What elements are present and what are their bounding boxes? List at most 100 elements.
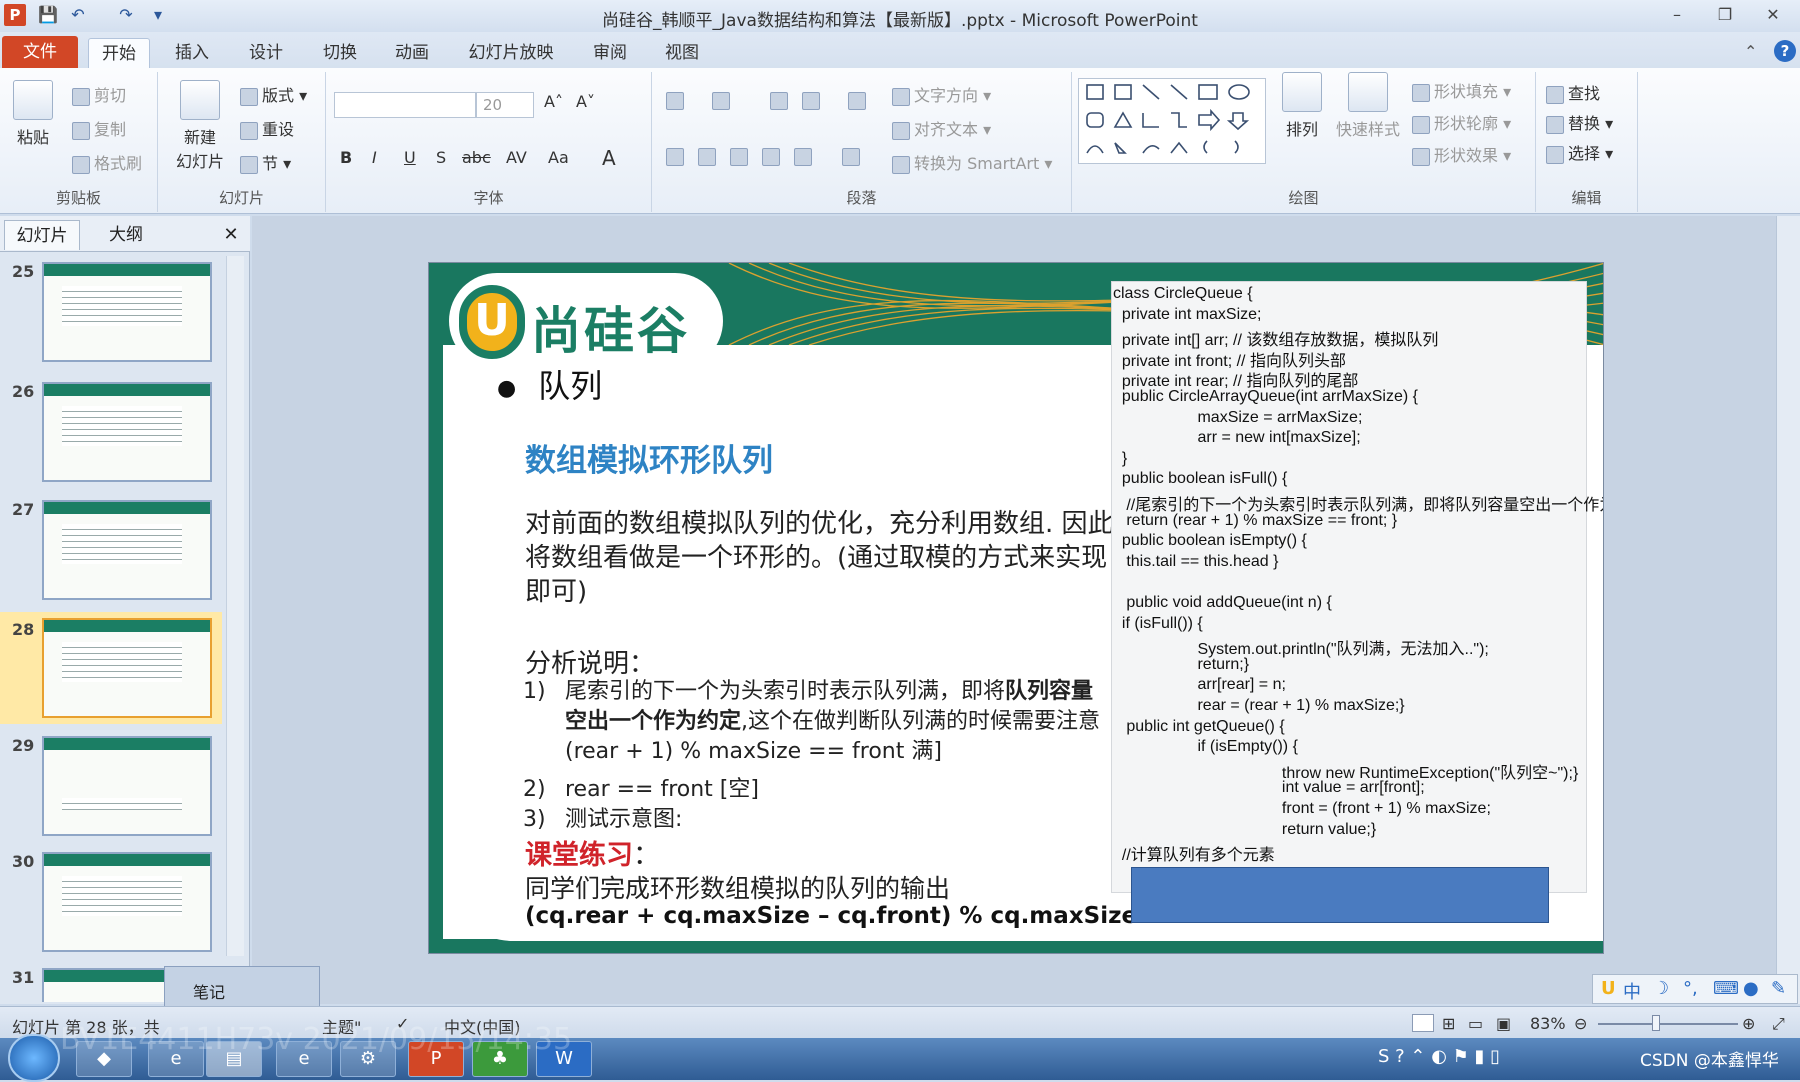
cut-button[interactable]: 剪切: [72, 82, 126, 106]
slide-thumbnail[interactable]: [42, 852, 212, 952]
user-icon[interactable]: ●: [1743, 978, 1759, 999]
slide-thumbnail[interactable]: [42, 500, 212, 600]
shrink-font-button[interactable]: A˅: [576, 92, 595, 111]
tab-transitions[interactable]: 切换: [310, 38, 370, 68]
slide-thumbnail[interactable]: [42, 382, 212, 482]
grow-font-button[interactable]: A˄: [544, 92, 563, 111]
minimize-button[interactable]: –: [1660, 3, 1694, 27]
select-button[interactable]: 选择 ▾: [1546, 140, 1613, 164]
zoom-in-icon[interactable]: ⊕: [1742, 1014, 1755, 1033]
align-text-button[interactable]: 对齐文本 ▾: [892, 116, 991, 140]
code-line: if (isFull()) {: [1113, 614, 1203, 632]
line-spacing-button[interactable]: [848, 90, 870, 110]
strikethrough-button[interactable]: abc: [462, 148, 491, 167]
reading-view-icon[interactable]: ▭: [1468, 1014, 1483, 1033]
convert-smartart-button[interactable]: 转换为 SmartArt ▾: [892, 150, 1052, 174]
shape-effects-label: 形状效果: [1434, 146, 1499, 165]
underline-button[interactable]: U: [404, 148, 416, 167]
align-center-button[interactable]: [698, 146, 720, 166]
replace-button[interactable]: 替换 ▾: [1546, 110, 1613, 134]
bullets-button[interactable]: [666, 90, 688, 110]
sorter-view-icon[interactable]: ⊞: [1442, 1014, 1455, 1033]
zoom-slider-thumb[interactable]: [1652, 1015, 1660, 1031]
thumbnails-scrollbar[interactable]: [226, 256, 244, 956]
fit-to-window-icon[interactable]: ⤢: [1772, 1014, 1785, 1034]
slideshow-view-icon[interactable]: ▣: [1496, 1014, 1511, 1033]
shadow-button[interactable]: S: [436, 148, 446, 167]
format-painter-button[interactable]: 格式刷: [72, 150, 142, 174]
font-name-combo[interactable]: [334, 92, 476, 118]
close-button[interactable]: ✕: [1756, 3, 1790, 27]
section-button[interactable]: 节 ▾: [240, 150, 291, 174]
tab-slides-pane[interactable]: 幻灯片: [4, 220, 80, 250]
copy-button[interactable]: 复制: [72, 116, 126, 140]
tab-slideshow[interactable]: 幻灯片放映: [456, 38, 566, 68]
bold-button[interactable]: B: [340, 148, 352, 167]
thumbnail-row[interactable]: 30: [0, 852, 222, 960]
wrench-icon[interactable]: ✎: [1771, 978, 1786, 999]
thumbnail-row-selected[interactable]: 28: [0, 612, 222, 724]
arrange-button[interactable]: 排列: [1276, 72, 1328, 140]
help-icon[interactable]: ?: [1774, 40, 1796, 62]
tab-file[interactable]: 文件: [2, 36, 78, 68]
collapse-ribbon-icon[interactable]: ⌃: [1744, 42, 1757, 61]
thumbnail-row[interactable]: 27: [0, 500, 222, 608]
start-button[interactable]: [8, 1034, 60, 1082]
increase-indent-button[interactable]: [802, 90, 824, 110]
close-pane-icon[interactable]: ✕: [216, 220, 246, 250]
justify-button[interactable]: [762, 146, 784, 166]
tab-home[interactable]: 开始: [88, 38, 150, 68]
tray-icons[interactable]: S ? ⌃ ◐ ⚑ ▮ ▯: [1378, 1046, 1500, 1067]
tab-design[interactable]: 设计: [236, 38, 296, 68]
thumbnail-row[interactable]: 25: [0, 262, 222, 370]
shape-fill-button[interactable]: 形状填充 ▾: [1412, 78, 1511, 102]
text-direction-button[interactable]: 文字方向 ▾: [892, 82, 991, 106]
shape-outline-button[interactable]: 形状轮廓 ▾: [1412, 110, 1511, 134]
thumbnail-row[interactable]: 29: [0, 736, 222, 844]
reset-button[interactable]: 重设: [240, 116, 294, 140]
blue-rectangle-shape[interactable]: [1131, 867, 1549, 923]
change-case-button[interactable]: Aa: [548, 148, 569, 167]
zoom-out-icon[interactable]: ⊖: [1574, 1014, 1587, 1033]
tab-review[interactable]: 审阅: [580, 38, 640, 68]
ime-toolbar[interactable]: U 中 ☽ °, ⌨ ● ✎: [1592, 974, 1798, 1004]
align-left-button[interactable]: [666, 146, 688, 166]
shape-effects-button[interactable]: 形状效果 ▾: [1412, 142, 1511, 166]
maximize-button[interactable]: ❐: [1708, 3, 1742, 27]
shapes-gallery[interactable]: [1078, 78, 1266, 164]
slide-thumbnail[interactable]: [42, 736, 212, 836]
slide-thumbnail-selected[interactable]: [42, 618, 212, 718]
char-spacing-button[interactable]: AV: [506, 148, 527, 167]
align-right-button[interactable]: [730, 146, 752, 166]
new-slide-button[interactable]: 新建 幻灯片: [170, 80, 230, 172]
thumbnail-row[interactable]: 26: [0, 382, 222, 490]
tab-outline-pane[interactable]: 大纲: [86, 220, 166, 250]
code-line: rear = (rear + 1) % maxSize;}: [1113, 697, 1405, 714]
distributed-button[interactable]: [794, 146, 816, 166]
decrease-indent-button[interactable]: [770, 90, 792, 110]
csdn-watermark: CSDN @本鑫悍华: [1640, 1051, 1779, 1071]
font-color-button[interactable]: A: [602, 146, 616, 170]
numbering-button[interactable]: [712, 90, 734, 110]
moon-icon[interactable]: ☽: [1653, 978, 1669, 999]
zoom-slider[interactable]: [1598, 1023, 1738, 1025]
find-button[interactable]: 查找: [1546, 80, 1600, 104]
tab-animations[interactable]: 动画: [382, 38, 442, 68]
canvas-scrollbar[interactable]: [1776, 216, 1800, 1004]
slide[interactable]: U 尚硅谷 队列 数组模拟环形队列 对前面的数组模拟队列的优化，充分利用数组. …: [428, 262, 1604, 954]
zoom-level[interactable]: 83%: [1530, 1014, 1566, 1033]
layout-button[interactable]: 版式 ▾: [240, 82, 307, 106]
normal-view-icon[interactable]: [1412, 1014, 1434, 1032]
columns-button[interactable]: [842, 146, 864, 166]
ime-mode[interactable]: 中: [1623, 978, 1641, 1004]
punctuation-icon[interactable]: °,: [1683, 978, 1698, 999]
paste-button[interactable]: 粘贴: [8, 80, 58, 148]
slide-thumbnail[interactable]: [42, 262, 212, 362]
font-size-combo[interactable]: 20: [476, 92, 534, 118]
tab-view[interactable]: 视图: [652, 38, 712, 68]
quick-styles-button[interactable]: 快速样式: [1330, 72, 1406, 140]
italic-button[interactable]: I: [372, 148, 377, 167]
tab-insert[interactable]: 插入: [162, 38, 222, 68]
keyboard-icon[interactable]: ⌨: [1713, 978, 1739, 999]
align-left-icon: [666, 147, 684, 166]
